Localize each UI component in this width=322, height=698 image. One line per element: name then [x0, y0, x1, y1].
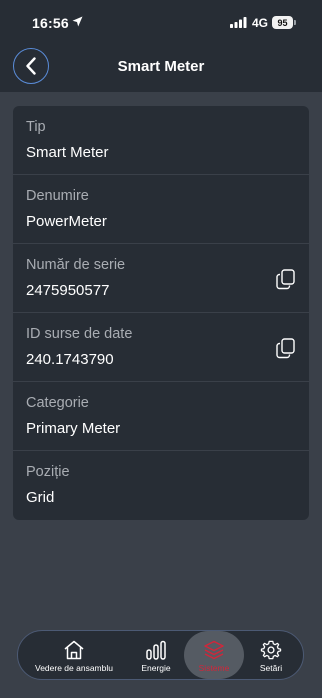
detail-row-denumire: Denumire PowerMeter: [13, 175, 309, 244]
detail-label: Tip: [26, 119, 46, 135]
bottom-nav: Vedere de ansamblu Energie Sisteme Setăr…: [17, 630, 304, 680]
copy-icon[interactable]: [275, 268, 297, 290]
details-card: Tip Smart Meter Denumire PowerMeter Numă…: [13, 106, 309, 520]
page-title: Smart Meter: [117, 58, 205, 75]
battery-nub: [294, 20, 296, 25]
nav-item-energy[interactable]: Energie: [128, 631, 184, 679]
detail-value: 240.1743790: [26, 351, 114, 368]
detail-label: ID surse de date: [26, 326, 133, 342]
detail-row-data-source-id: ID surse de date 240.1743790: [13, 313, 309, 382]
detail-value: Grid: [26, 489, 55, 506]
detail-value: Smart Meter: [26, 144, 109, 161]
detail-row-tip: Tip Smart Meter: [13, 106, 309, 175]
detail-value: Primary Meter: [26, 420, 121, 437]
detail-label: Categorie: [26, 395, 89, 411]
detail-row-pozitie: Poziție Grid: [13, 451, 309, 520]
detail-row-serial: Număr de serie 2475950577: [13, 244, 309, 313]
detail-label: Număr de serie: [26, 257, 126, 273]
location-arrow-icon: [72, 16, 83, 27]
detail-value: PowerMeter: [26, 213, 107, 230]
nav-item-systems[interactable]: Sisteme: [184, 631, 244, 679]
gear-icon: [260, 640, 282, 660]
battery-level: 95: [272, 16, 293, 29]
home-icon: [64, 640, 84, 660]
cellular-signal-icon: [230, 17, 247, 28]
layers-icon: [204, 640, 224, 660]
nav-label: Energie: [141, 663, 171, 673]
detail-row-categorie: Categorie Primary Meter: [13, 382, 309, 451]
nav-label: Vedere de ansamblu: [35, 663, 113, 673]
nav-label: Setări: [259, 663, 283, 673]
network-type: 4G: [252, 16, 269, 30]
detail-value: 2475950577: [26, 282, 110, 299]
detail-label: Denumire: [26, 188, 89, 204]
screen: 16:56 4G 95 Smart Meter Tip Smart Meter: [0, 0, 322, 698]
status-time: 16:56: [32, 15, 69, 31]
nav-item-settings[interactable]: Setări: [248, 631, 294, 679]
copy-icon[interactable]: [275, 337, 297, 359]
status-bar: 16:56 4G 95: [0, 0, 322, 44]
nav-label: Sisteme: [198, 663, 230, 673]
bar-chart-icon: [146, 640, 166, 660]
detail-label: Poziție: [26, 464, 70, 480]
top-area: 16:56 4G 95 Smart Meter: [0, 0, 322, 92]
nav-item-overview[interactable]: Vedere de ansamblu: [28, 631, 120, 679]
